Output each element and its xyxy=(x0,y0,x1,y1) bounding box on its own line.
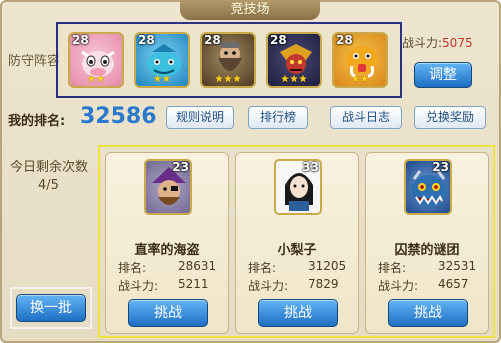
opponent-power: 战斗力: 4657 xyxy=(378,277,469,294)
opponent-rank: 排名: 31205 xyxy=(248,259,346,276)
challenge-button[interactable]: 挑战 xyxy=(128,299,208,327)
rules-button[interactable]: 规则说明 xyxy=(166,106,234,129)
opponent-card: 23 直率的海盗 排名: 28631 战斗力: 5211 挑战 xyxy=(105,152,229,334)
power-label: 战斗力: xyxy=(248,279,289,293)
adjust-button[interactable]: 调整 xyxy=(414,62,472,88)
hero-stars: ★★★ xyxy=(214,74,242,85)
opponent-list: 23 直率的海盗 排名: 28631 战斗力: 5211 挑战 33 小梨子 排名:… xyxy=(98,145,495,338)
opponent-name: 囚禁的谜团 xyxy=(394,243,460,258)
opponent-rank: 排名: 28631 xyxy=(118,259,216,276)
defense-hero-slot[interactable]: 28 ★★ xyxy=(134,32,190,88)
opponent-level: 23 xyxy=(172,160,189,174)
hero-stars: ★★★ xyxy=(280,74,308,85)
power-label: 战斗力: xyxy=(402,36,443,50)
opponent-power: 战斗力: 5211 xyxy=(118,277,209,294)
remaining-attempts-label: 今日剩余次数 xyxy=(10,160,89,175)
hero-stars: ★★ xyxy=(153,74,171,85)
defense-hero-slot[interactable]: 28 ★★ xyxy=(332,32,388,88)
rank-value: 32531 xyxy=(438,259,477,273)
hero-stars: ★★ xyxy=(351,74,369,85)
rank-label: 排名: xyxy=(378,261,407,275)
power-label: 战斗力: xyxy=(378,279,419,293)
defense-hero-slot[interactable]: 28 ★★★ xyxy=(200,32,256,88)
hero-level: 28 xyxy=(138,33,155,47)
rank-value: 28631 xyxy=(178,259,217,273)
opponent-portrait[interactable]: 33 xyxy=(274,159,322,215)
opponent-card: 23 囚禁的谜团 排名: 32531 战斗力: 4657 挑战 xyxy=(365,152,489,334)
challenge-button[interactable]: 挑战 xyxy=(258,299,338,327)
opponent-name: 直率的海盗 xyxy=(134,243,200,258)
opponent-card: 33 小梨子 排名: 31205 战斗力: 7829 挑战 xyxy=(235,152,359,334)
opponent-rank: 排名: 32531 xyxy=(378,259,476,276)
monster-portrait-icon xyxy=(408,167,450,213)
hero-level: 28 xyxy=(270,33,287,47)
battle-log-button[interactable]: 战斗日志 xyxy=(330,106,402,129)
defense-hero-slot[interactable]: 28 ★★ xyxy=(68,32,124,88)
opponent-name: 小梨子 xyxy=(277,243,317,258)
rank-value: 31205 xyxy=(308,259,347,273)
power-value: 4657 xyxy=(438,277,469,291)
opponent-level: 33 xyxy=(302,160,319,174)
redeem-rewards-button[interactable]: 兑换奖励 xyxy=(414,106,486,129)
my-rank-label: 我的排名: xyxy=(8,114,66,129)
power-value: 5211 xyxy=(178,277,209,291)
defense-hero-slot[interactable]: 28 ★★★ xyxy=(266,32,322,88)
refresh-opponents-button[interactable]: 换一批 xyxy=(16,294,86,322)
hero-stars: ★★ xyxy=(87,74,105,85)
challenge-button[interactable]: 挑战 xyxy=(388,299,468,327)
rank-label: 排名: xyxy=(248,261,277,275)
defense-power: 战斗力:5075 xyxy=(402,34,473,51)
power-value: 5075 xyxy=(442,36,473,50)
remaining-attempts-value: 4/5 xyxy=(38,178,59,193)
opponent-portrait[interactable]: 23 xyxy=(404,159,452,215)
opponent-power: 战斗力: 7829 xyxy=(248,277,339,294)
leaderboard-button[interactable]: 排行榜 xyxy=(248,106,308,129)
hero-level: 28 xyxy=(72,33,89,47)
defense-lineup-label: 防守阵容 xyxy=(8,54,61,69)
power-value: 7829 xyxy=(308,277,339,291)
opponent-portrait[interactable]: 23 xyxy=(144,159,192,215)
panel-title: 竞技场 xyxy=(180,0,320,20)
my-rank-value: 32586 xyxy=(80,104,157,129)
hero-level: 28 xyxy=(336,33,353,47)
hero-level: 28 xyxy=(204,33,221,47)
opponent-level: 23 xyxy=(432,160,449,174)
defense-lineup: 28 ★★ 28 ★★ 28 ★★★ 28 ★★★ 28 ★★ xyxy=(56,22,402,98)
power-label: 战斗力: xyxy=(118,279,159,293)
rank-label: 排名: xyxy=(118,261,147,275)
